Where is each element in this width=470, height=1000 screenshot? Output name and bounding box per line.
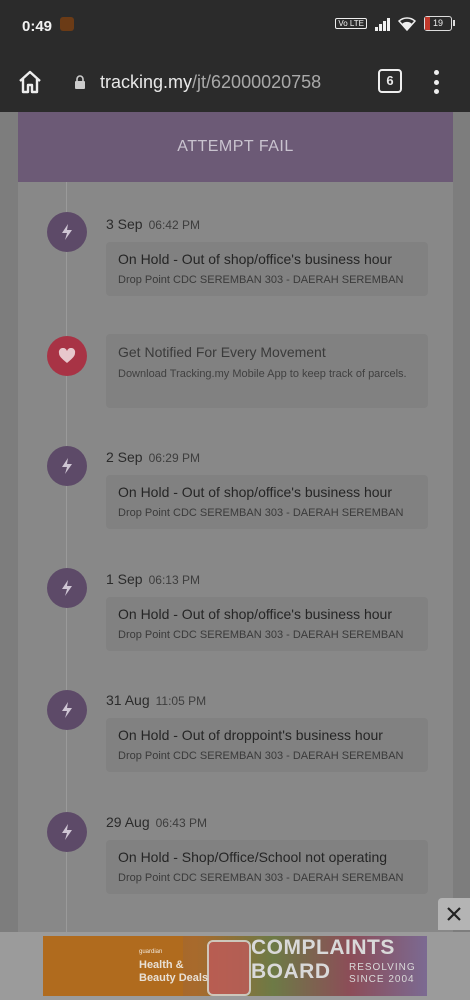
url-host: tracking.my	[100, 72, 193, 92]
status-time: 0:49	[22, 18, 53, 35]
battery-icon: 19	[424, 16, 455, 31]
event-status: On Hold - Shop/Office/School not operati…	[118, 849, 388, 865]
close-icon	[447, 907, 461, 921]
heart-icon	[47, 336, 87, 376]
url-bar[interactable]: tracking.my/jt/62000020758	[100, 68, 321, 96]
event-status: On Hold - Out of shop/office's business …	[118, 606, 393, 622]
event-location: Drop Point CDC SEREMBAN 303 - DAERAH SER…	[118, 872, 404, 884]
event-detail: On Hold - Shop/Office/School not operati…	[106, 840, 428, 894]
app-promo[interactable]: Get Notified For Every Movement Download…	[106, 334, 428, 408]
bolt-icon	[47, 690, 87, 730]
event-detail: On Hold - Out of shop/office's business …	[106, 242, 428, 296]
event-status: On Hold - Out of shop/office's business …	[118, 251, 393, 267]
ad-banner[interactable]: guardian Health & Beauty Deals COMPLAINT…	[43, 936, 427, 996]
notification-icon	[60, 17, 74, 31]
volte-icon: Vo LTE	[335, 18, 367, 29]
overflow-menu-icon[interactable]	[432, 70, 440, 94]
bolt-icon	[47, 568, 87, 608]
tracking-page: ATTEMPT FAIL 3 Sep 06:42 PM On Hold - Out…	[0, 112, 470, 932]
watermark-logo	[207, 940, 251, 996]
watermark-since: RESOLVING SINCE 2004	[349, 962, 416, 985]
battery-level: 19	[432, 18, 443, 28]
event-time: 06:13 PM	[148, 573, 200, 587]
event-status: On Hold - Out of droppoint's business ho…	[118, 727, 383, 743]
promo-title: Get Notified For Every Movement	[118, 344, 326, 360]
event-date: 3 Sep 06:42 PM	[106, 216, 200, 232]
event-detail: On Hold - Out of droppoint's business ho…	[106, 718, 428, 772]
browser-toolbar: tracking.my/jt/62000020758 6	[0, 54, 470, 112]
wifi-icon	[398, 16, 416, 31]
home-icon[interactable]	[16, 68, 44, 96]
event-date: 1 Sep 06:13 PM	[106, 571, 200, 587]
event-location: Drop Point CDC SEREMBAN 303 - DAERAH SER…	[118, 750, 404, 762]
event-time: 06:29 PM	[148, 451, 200, 465]
bolt-icon	[47, 446, 87, 486]
event-location: Drop Point CDC SEREMBAN 303 - DAERAH SER…	[118, 274, 404, 286]
event-time: 06:43 PM	[155, 816, 207, 830]
event-detail: On Hold - Out of shop/office's business …	[106, 475, 428, 529]
event-date: 29 Aug 06:43 PM	[106, 814, 207, 830]
promo-text: Download Tracking.my Mobile App to keep …	[118, 368, 407, 380]
event-date: 2 Sep 06:29 PM	[106, 449, 200, 465]
ad-close-button[interactable]	[438, 898, 470, 930]
event-detail: On Hold - Out of shop/office's business …	[106, 597, 428, 651]
url-path: /jt/62000020758	[192, 72, 322, 92]
watermark-text-2: BOARD	[251, 960, 331, 983]
status-bar: 0:49 Vo LTE 19	[0, 0, 470, 54]
lock-icon	[75, 75, 85, 89]
tab-switcher-button[interactable]: 6	[378, 69, 402, 93]
bolt-icon	[47, 812, 87, 852]
event-time: 11:05 PM	[155, 694, 207, 708]
status-icons: Vo LTE 19	[335, 16, 455, 31]
event-time: 06:42 PM	[148, 218, 200, 232]
signal-icon	[375, 17, 390, 31]
status-banner: ATTEMPT FAIL	[18, 112, 453, 182]
event-location: Drop Point CDC SEREMBAN 303 - DAERAH SER…	[118, 507, 404, 519]
event-date: 31 Aug 11:05 PM	[106, 692, 207, 708]
bolt-icon	[47, 212, 87, 252]
event-location: Drop Point CDC SEREMBAN 303 - DAERAH SER…	[118, 629, 404, 641]
event-status: On Hold - Out of shop/office's business …	[118, 484, 393, 500]
watermark-text: COMPLAINTS	[251, 936, 395, 959]
